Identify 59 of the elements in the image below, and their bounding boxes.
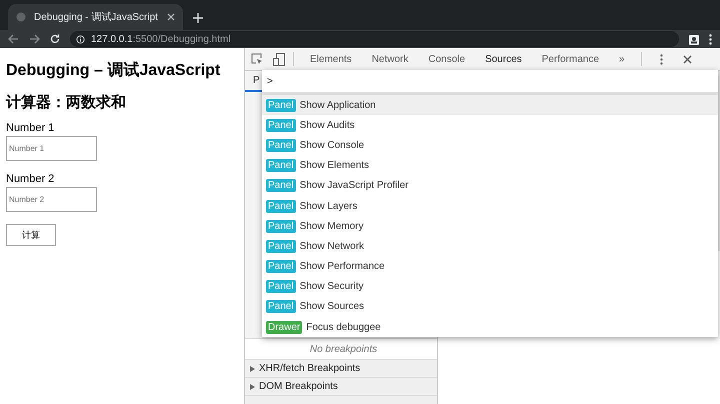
command-badge: Panel (266, 118, 296, 132)
devtools-tab[interactable]: Performance (534, 48, 608, 70)
devtools-tab[interactable]: Console (420, 48, 474, 70)
devtools-tab[interactable]: Elements (302, 48, 360, 70)
reload-icon[interactable] (50, 34, 60, 44)
inspect-icon[interactable] (251, 53, 263, 65)
address-bar[interactable]: 127.0.0.1:5500/Debugging.html (70, 31, 679, 47)
device-icon[interactable] (273, 52, 285, 66)
command-item[interactable]: Panel Show Audits (262, 115, 718, 136)
command-item[interactable]: Panel Show Network (262, 236, 718, 256)
command-item[interactable]: Panel Show Security (262, 276, 718, 297)
back-arrow-icon[interactable] (8, 34, 19, 44)
profile-icon[interactable] (689, 34, 699, 44)
sidebar-section[interactable]: XHR/fetch Breakpoints (245, 359, 437, 377)
command-item[interactable]: Panel Show Application (262, 95, 718, 116)
empty-message: No breakpoints (245, 338, 437, 359)
number-field[interactable]: Number 2 (6, 187, 97, 212)
field-label: Number 1 (6, 122, 56, 134)
command-item[interactable]: Drawer Focus debuggee (262, 317, 718, 338)
close-icon[interactable] (682, 54, 692, 64)
command-badge: Panel (266, 260, 296, 274)
command-item[interactable]: Panel Show Sources (262, 296, 718, 318)
command-badge: Drawer (266, 320, 302, 334)
command-item[interactable]: Panel Show Console (262, 135, 718, 156)
devtools-tab[interactable]: Network (364, 48, 416, 70)
info-icon (76, 34, 85, 44)
command-item[interactable]: Panel Show Layers (262, 196, 718, 216)
close-icon[interactable] (167, 13, 175, 21)
command-badge: Panel (266, 98, 296, 112)
command-item[interactable]: Panel Show JavaScript Profiler (262, 176, 718, 196)
expand-arrow-icon[interactable] (250, 384, 255, 390)
section-title: DOM Breakpoints (259, 381, 338, 392)
globe-icon (16, 12, 26, 22)
command-badge: Panel (266, 280, 296, 294)
browser-tab[interactable]: Debugging - 调试JavaScript (8, 4, 183, 30)
command-badge: Panel (266, 200, 296, 213)
number-field[interactable]: Number 1 (6, 136, 97, 161)
section-title: XHR/fetch Breakpoints (259, 363, 360, 374)
forward-arrow-icon[interactable] (29, 34, 40, 44)
devtools-tab[interactable]: Sources (477, 48, 530, 70)
command-badge: Panel (266, 159, 296, 172)
command-item[interactable]: Panel Show Performance (262, 256, 718, 277)
more-tabs-button[interactable]: » (611, 48, 633, 70)
command-badge: Panel (266, 179, 296, 192)
sidebar-section[interactable]: DOM Breakpoints (245, 377, 437, 395)
command-item[interactable]: Panel Show Memory (262, 216, 718, 236)
command-badge: Panel (266, 300, 296, 314)
expand-arrow-icon[interactable] (250, 366, 255, 372)
menu-icon[interactable] (660, 54, 663, 64)
calculate-button[interactable]: 计算 (6, 224, 56, 246)
field-label: Number 2 (6, 173, 56, 185)
command-badge: Panel (266, 138, 296, 152)
command-badge: Panel (266, 220, 296, 233)
menu-icon[interactable] (709, 34, 712, 44)
plus-icon[interactable] (193, 13, 203, 23)
page-title: Debugging – 调试JavaScript (6, 60, 222, 81)
command-badge: Panel (266, 240, 296, 253)
page-subtitle: 计算器：两数求和 (6, 93, 127, 112)
command-item[interactable]: Panel Show Elements (262, 156, 718, 176)
